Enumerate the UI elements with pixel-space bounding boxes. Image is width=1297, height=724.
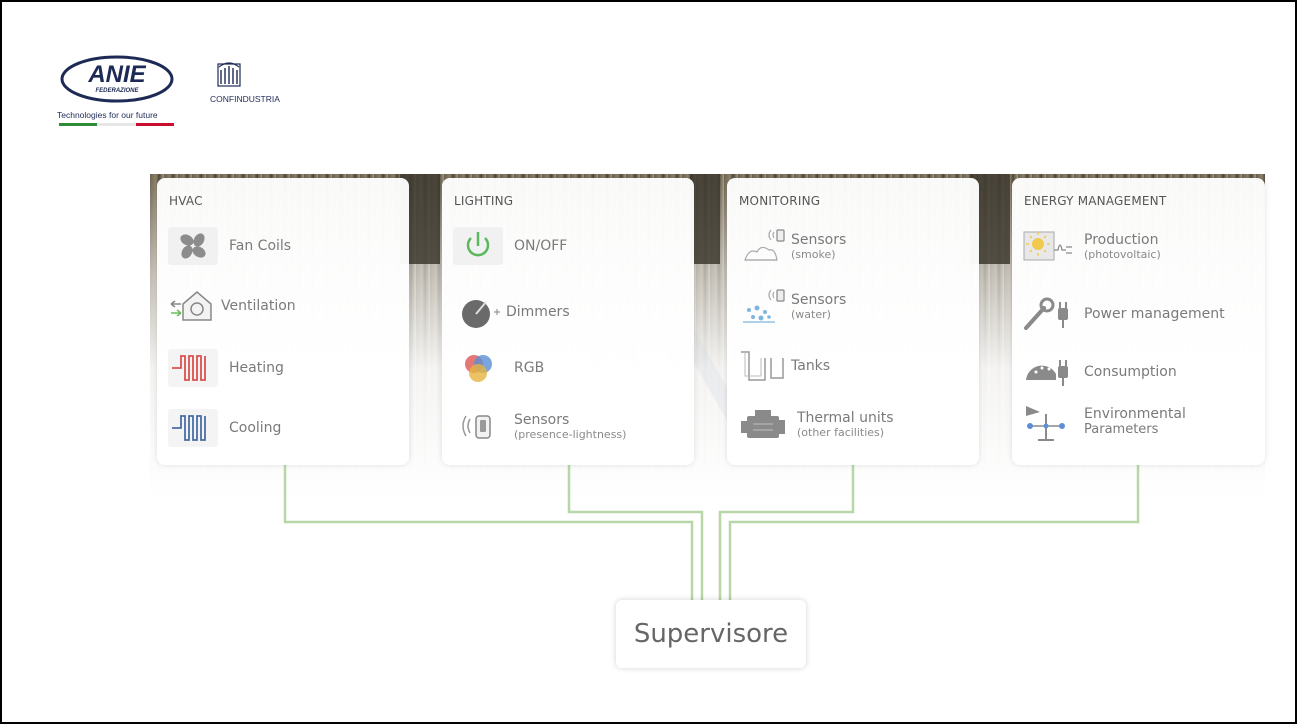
item-label-main: Production — [1084, 231, 1159, 248]
tagline: Technologies for our future — [57, 110, 158, 120]
card-title: LIGHTING — [454, 194, 514, 208]
list-item: RGB — [452, 348, 544, 388]
confindustria-label: CONFINDUSTRIA — [210, 94, 280, 104]
item-label-main: Sensors — [791, 291, 847, 308]
fan-icon — [167, 226, 219, 266]
list-item: ON/OFF — [452, 226, 567, 266]
list-item: Production (photovoltaic) — [1022, 226, 1161, 266]
wrench-plug-icon — [1022, 294, 1074, 334]
item-label: Environmental Parameters — [1084, 406, 1186, 438]
supervisor-box: Supervisore — [616, 600, 806, 668]
item-label: Cooling — [229, 420, 282, 436]
presence-sensor-icon — [452, 406, 504, 446]
item-sublabel: (photovoltaic) — [1084, 247, 1161, 261]
heating-coil-icon — [167, 348, 219, 388]
item-label-main: Thermal units — [797, 409, 894, 426]
card-monitoring: MONITORING Sensors (smoke) Sensors (wate… — [727, 178, 979, 465]
item-label: Ventilation — [221, 298, 296, 314]
item-label: Production (photovoltaic) — [1084, 232, 1161, 261]
item-sublabel: Parameters — [1084, 422, 1159, 437]
item-label-main: Sensors — [514, 411, 570, 428]
item-sublabel: (water) — [791, 307, 831, 321]
list-item: Ventilation — [167, 286, 296, 326]
card-hvac: HVAC Fan Coils Ventilation Heating Cooli… — [157, 178, 409, 465]
card-title: ENERGY MANAGEMENT — [1024, 194, 1167, 208]
item-label: Heating — [229, 360, 284, 376]
list-item: Sensors (presence-lightness) — [452, 406, 626, 446]
list-item: Power management — [1022, 294, 1225, 334]
item-sublabel: (presence-lightness) — [514, 427, 627, 441]
item-label: RGB — [514, 360, 545, 376]
item-label-main: Environmental — [1084, 406, 1186, 422]
list-item: Environmental Parameters — [1022, 402, 1186, 442]
item-label: Fan Coils — [229, 238, 292, 254]
card-title: MONITORING — [739, 194, 821, 208]
list-item: Fan Coils — [167, 226, 291, 266]
list-item: Sensors (smoke) — [737, 226, 846, 266]
list-item: Tanks — [737, 346, 830, 386]
list-item: Sensors (water) — [737, 286, 846, 326]
cooling-coil-icon — [167, 408, 219, 448]
power-icon — [452, 226, 504, 266]
item-sublabel: (smoke) — [791, 247, 836, 261]
anie-logo: ANIE FEDERAZIONE — [60, 55, 174, 103]
meter-plug-icon — [1022, 352, 1074, 392]
item-label: ON/OFF — [514, 238, 568, 254]
water-sensor-icon — [737, 286, 789, 326]
solar-panel-icon — [1022, 226, 1074, 266]
slide: ANIE FEDERAZIONE Technologies for our fu… — [2, 2, 1295, 722]
item-label: Sensors (presence-lightness) — [514, 412, 626, 441]
weather-station-icon — [1022, 402, 1074, 442]
card-title: HVAC — [169, 194, 203, 208]
ventilation-house-icon — [167, 286, 219, 326]
list-item: Dimmers — [452, 292, 570, 332]
smoke-sensor-icon — [737, 226, 789, 266]
list-item: Consumption — [1022, 352, 1177, 392]
item-label-main: Sensors — [791, 231, 847, 248]
anie-logo-text: ANIE — [87, 61, 146, 88]
item-label: Sensors (water) — [791, 292, 846, 321]
card-lighting: LIGHTING ON/OFF Dimmers RGB Sensors (pre… — [442, 178, 694, 465]
list-item: Cooling — [167, 408, 281, 448]
anie-logo-subtext: FEDERAZIONE — [95, 88, 139, 94]
dimmer-knob-icon — [452, 292, 504, 332]
engine-icon — [737, 404, 789, 444]
supervisor-label: Supervisore — [633, 619, 789, 649]
item-label: Dimmers — [506, 304, 570, 320]
item-label: Thermal units (other facilities) — [797, 410, 894, 439]
card-energy-management: ENERGY MANAGEMENT Production (photovolta… — [1012, 178, 1265, 465]
item-label: Consumption — [1084, 364, 1177, 380]
rgb-circles-icon — [452, 348, 504, 388]
item-label: Power management — [1084, 306, 1225, 322]
confindustria-emblem-icon — [217, 62, 241, 87]
item-sublabel: (other facilities) — [797, 425, 885, 439]
italian-flag-stripe — [59, 123, 174, 126]
list-item: Heating — [167, 348, 284, 388]
item-label: Sensors (smoke) — [791, 232, 846, 261]
item-label: Tanks — [791, 358, 831, 374]
list-item: Thermal units (other facilities) — [737, 404, 894, 444]
tank-icon — [737, 346, 789, 386]
